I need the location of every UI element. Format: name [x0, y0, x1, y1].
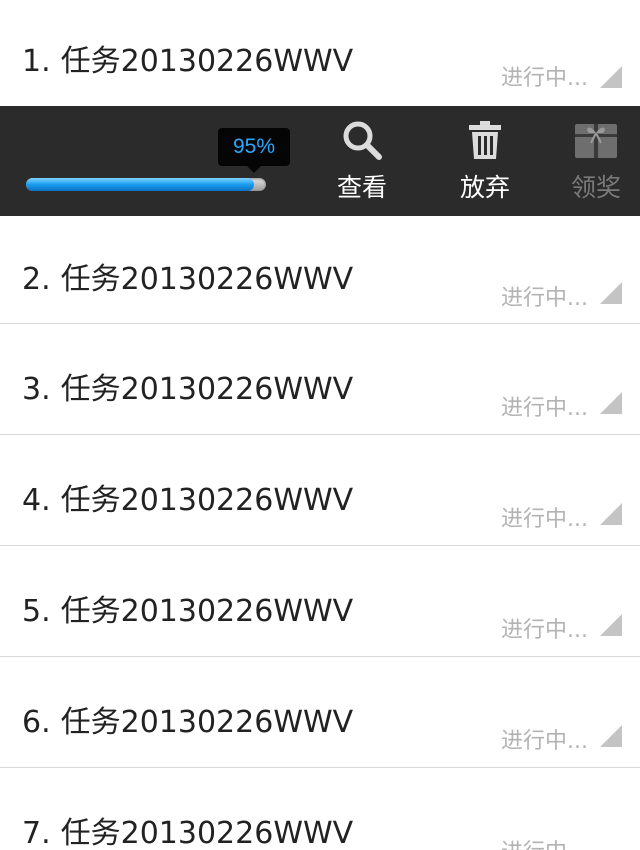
trash-icon	[445, 118, 525, 162]
progress-bar	[26, 178, 266, 191]
task-number: 3.	[22, 372, 51, 407]
task-status: 进行中...	[501, 396, 588, 421]
task-title: 3. 任务20130226WWV	[22, 364, 353, 408]
task-title: 5. 任务20130226WWV	[22, 586, 353, 630]
task-status: 进行中...	[501, 286, 588, 311]
task-action-bar: 95% 查看 放弃 领奖	[0, 106, 640, 216]
progress-percent-tooltip: 95%	[218, 128, 290, 173]
task-number: 2.	[22, 262, 51, 297]
corner-triangle-icon[interactable]	[600, 503, 622, 525]
corner-triangle-icon[interactable]	[600, 614, 622, 636]
task-number: 6.	[22, 705, 51, 740]
task-row[interactable]: 7. 任务20130226WWV 进行中...	[0, 768, 640, 850]
task-row[interactable]: 1. 任务20130226WWV 进行中...	[0, 0, 640, 106]
task-title: 1. 任务20130226WWV	[22, 36, 353, 80]
task-name: 任务20130226WWV	[60, 372, 354, 407]
progress-bar-fill	[26, 178, 254, 191]
task-status: 进行中...	[501, 834, 588, 850]
corner-triangle-icon[interactable]	[600, 66, 622, 88]
task-number: 1.	[22, 44, 51, 79]
task-name: 任务20130226WWV	[60, 816, 354, 850]
task-number: 4.	[22, 483, 51, 518]
task-number: 5.	[22, 594, 51, 629]
task-number: 7.	[22, 816, 51, 850]
task-name: 任务20130226WWV	[60, 483, 354, 518]
task-row[interactable]: 6. 任务20130226WWV 进行中...	[0, 657, 640, 768]
view-label: 查看	[336, 173, 387, 202]
task-status: 进行中...	[501, 66, 588, 91]
task-row[interactable]: 4. 任务20130226WWV 进行中...	[0, 435, 640, 546]
claim-reward-button[interactable]: 领奖	[556, 118, 636, 210]
task-title: 7. 任务20130226WWV	[22, 808, 353, 850]
task-status: 进行中...	[501, 729, 588, 754]
task-row[interactable]: 2. 任务20130226WWV 进行中...	[0, 216, 640, 324]
task-list-page: 1. 任务20130226WWV 进行中... 95% 查看 放弃 领奖 2. …	[0, 0, 640, 850]
abandon-label: 放弃	[459, 173, 510, 202]
search-icon	[322, 118, 402, 162]
task-row[interactable]: 3. 任务20130226WWV 进行中...	[0, 324, 640, 435]
corner-triangle-icon[interactable]	[600, 392, 622, 414]
gift-icon	[556, 118, 636, 162]
task-title: 2. 任务20130226WWV	[22, 254, 353, 298]
task-title: 4. 任务20130226WWV	[22, 475, 353, 519]
task-name: 任务20130226WWV	[60, 262, 354, 297]
task-name: 任务20130226WWV	[60, 594, 354, 629]
abandon-button[interactable]: 放弃	[445, 118, 525, 210]
view-button[interactable]: 查看	[322, 118, 402, 210]
task-status: 进行中...	[501, 507, 588, 532]
corner-triangle-icon[interactable]	[600, 282, 622, 304]
task-status: 进行中...	[501, 618, 588, 643]
task-row[interactable]: 5. 任务20130226WWV 进行中...	[0, 546, 640, 657]
task-name: 任务20130226WWV	[60, 44, 354, 79]
claim-reward-label: 领奖	[570, 173, 621, 202]
task-title: 6. 任务20130226WWV	[22, 697, 353, 741]
corner-triangle-icon[interactable]	[600, 725, 622, 747]
task-name: 任务20130226WWV	[60, 705, 354, 740]
